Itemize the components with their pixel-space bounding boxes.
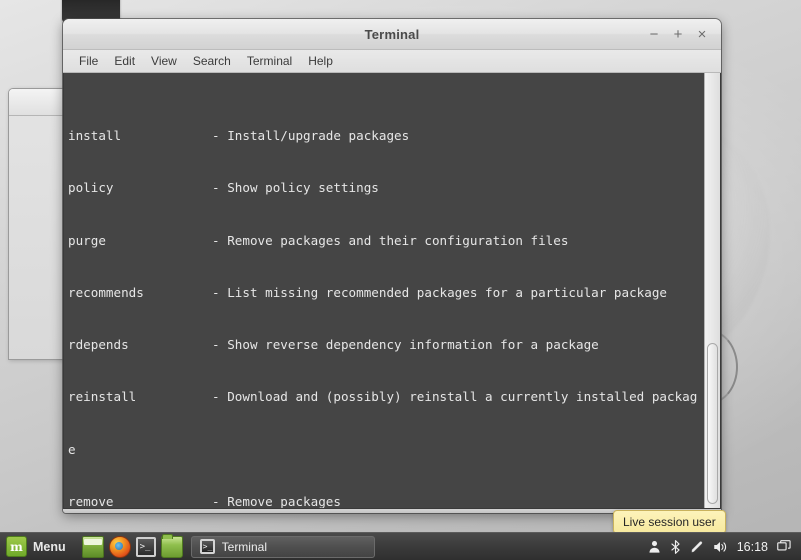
menu-terminal[interactable]: Terminal [239,52,300,70]
quick-launchers: >_ [81,533,183,558]
terminal-line: e [68,441,76,457]
maximize-button[interactable]: + [667,23,689,45]
menu-help[interactable]: Help [300,52,341,70]
terminal-screen[interactable]: install - Install/upgrade packages polic… [64,73,704,508]
user-icon[interactable] [648,540,661,553]
volume-icon[interactable] [713,540,728,554]
menu-search[interactable]: Search [185,52,239,70]
clock[interactable]: 16:18 [737,540,768,554]
terminal-line: reinstall - Download and (possibly) rein… [68,389,698,405]
terminal-scrollbar[interactable] [704,73,720,508]
system-tray: 16:18 [648,540,797,554]
window-controls: − + × [643,23,721,45]
terminal-line: rdepends - Show reverse dependency infor… [68,337,599,353]
taskbar: m Menu >_ >_ Terminal 16:18 [0,532,801,560]
window-list-icon[interactable] [777,540,791,553]
terminal-line: purge - Remove packages and their config… [68,232,569,248]
window-titlebar[interactable]: Terminal − + × [63,19,721,50]
linux-mint-logo-icon: m [6,536,27,557]
minimize-button[interactable]: − [643,23,665,45]
terminal-window-icon: >_ [199,539,215,554]
terminal-line: remove - Remove packages [68,493,341,508]
terminal-window[interactable]: Terminal − + × File Edit View Search Ter… [63,19,721,513]
taskbar-window-label: Terminal [221,539,267,554]
menu-view[interactable]: View [143,52,185,70]
menu-file[interactable]: File [71,52,106,70]
bluetooth-icon[interactable] [670,539,681,554]
file-manager-icon[interactable] [160,533,183,558]
window-list: >_ Terminal [190,535,375,558]
menu-edit[interactable]: Edit [106,52,143,70]
show-desktop-icon[interactable] [81,535,104,558]
menu-button-label: Menu [33,539,66,554]
terminal-line: policy - Show policy settings [68,180,379,196]
update-manager-icon[interactable] [690,540,704,554]
terminal-line: install - Install/upgrade packages [68,128,410,144]
firefox-icon[interactable] [108,535,131,558]
taskbar-window-terminal[interactable]: >_ Terminal [190,535,375,558]
close-button[interactable]: × [691,23,713,45]
terminal-line: recommends - List missing recommended pa… [68,284,667,300]
live-session-user-tooltip: Live session user [613,510,726,534]
terminal-body[interactable]: install - Install/upgrade packages polic… [63,73,721,509]
window-title: Terminal [364,26,420,42]
terminal-icon[interactable]: >_ [135,536,156,557]
terminal-scrollbar-thumb[interactable] [707,342,718,504]
menu-button[interactable]: m Menu [4,534,74,560]
menubar: File Edit View Search Terminal Help [63,50,721,73]
